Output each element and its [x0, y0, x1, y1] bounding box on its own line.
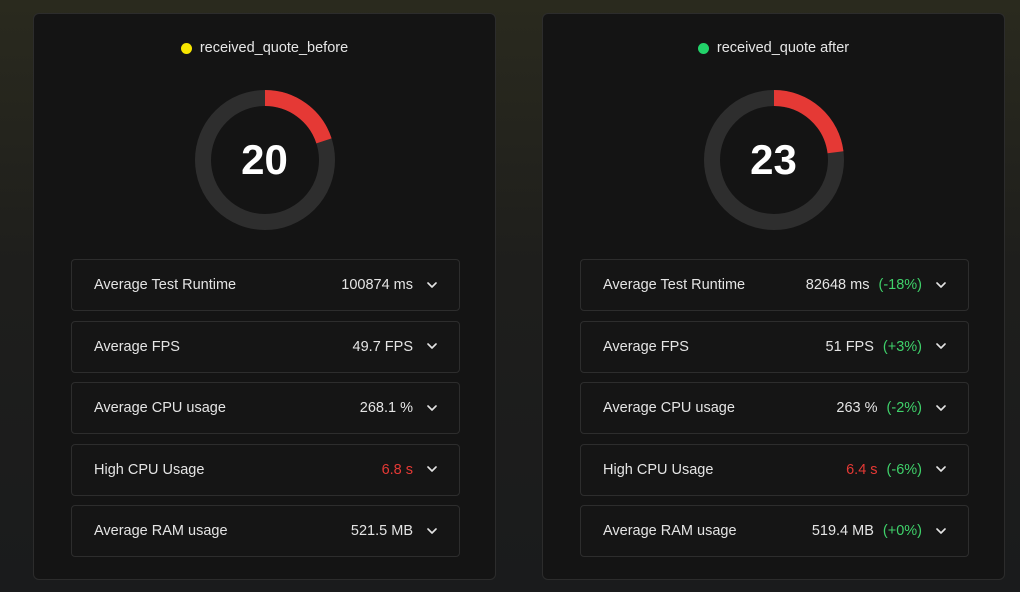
score-gauge: 20: [193, 88, 337, 232]
metric-row-average-ram-usage[interactable]: Average RAM usage 519.4 MB (+0%): [580, 505, 969, 557]
metric-label: High CPU Usage: [603, 461, 714, 478]
metric-value: 263 %: [836, 400, 878, 416]
chevron-down-icon[interactable]: [427, 403, 437, 413]
panel-header: received_quote_before: [34, 38, 495, 58]
metrics-list: Average Test Runtime 82648 ms (-18%) Ave…: [580, 259, 969, 567]
metric-row-average-test-runtime[interactable]: Average Test Runtime 100874 ms: [71, 259, 460, 311]
metric-value: 82648 ms: [805, 277, 870, 293]
score-gauge: 23: [702, 88, 846, 232]
status-dot-icon: [180, 42, 192, 54]
chevron-down-icon[interactable]: [427, 526, 437, 536]
metric-label: Average Test Runtime: [94, 277, 237, 293]
metric-value: 100874 ms: [341, 277, 413, 293]
metric-row-average-ram-usage[interactable]: Average RAM usage 521.5 MB: [71, 505, 460, 557]
chevron-down-icon[interactable]: [936, 403, 946, 413]
panel-title: received_quote after: [716, 40, 850, 56]
chevron-down-icon[interactable]: [936, 526, 946, 536]
metric-value: 268.1 %: [359, 400, 413, 416]
metric-label: Average Test Runtime: [603, 277, 746, 293]
chevron-down-icon[interactable]: [936, 280, 946, 290]
metrics-list: Average Test Runtime 100874 ms Average F…: [71, 259, 460, 567]
chevron-down-icon[interactable]: [427, 342, 437, 352]
metric-label: Average RAM usage: [603, 523, 737, 539]
metric-delta: (+0%): [882, 523, 922, 539]
metric-label: High CPU Usage: [94, 461, 205, 478]
metric-value: 521.5 MB: [350, 523, 413, 539]
metric-delta: (+3%): [882, 338, 922, 355]
chevron-down-icon[interactable]: [427, 280, 437, 290]
metric-value: 49.7 FPS: [352, 338, 413, 355]
metric-row-average-fps[interactable]: Average FPS 49.7 FPS: [71, 320, 460, 373]
metric-label: Average FPS: [94, 338, 180, 355]
status-dot-icon: [697, 42, 709, 54]
panel-header: received_quote after: [543, 38, 1004, 58]
score-value: 23: [750, 136, 797, 183]
chevron-down-icon[interactable]: [936, 342, 946, 352]
metric-delta: (-2%): [886, 400, 922, 416]
metric-row-high-cpu-usage[interactable]: High CPU Usage 6.8 s: [71, 443, 460, 496]
metric-row-average-fps[interactable]: Average FPS 51 FPS (+3%): [580, 320, 969, 373]
metric-value: 519.4 MB: [811, 523, 874, 539]
score-value: 20: [241, 136, 288, 183]
chevron-down-icon[interactable]: [936, 465, 946, 475]
metric-delta: (-6%): [886, 461, 922, 478]
metric-label: Average FPS: [603, 338, 689, 355]
metric-label: Average CPU usage: [94, 400, 226, 416]
chevron-down-icon[interactable]: [427, 465, 437, 475]
metric-row-high-cpu-usage[interactable]: High CPU Usage 6.4 s (-6%): [580, 443, 969, 496]
metric-value: 6.8 s: [381, 461, 413, 478]
comparison-panel-after: received_quote after 23 Average Test Run…: [542, 13, 1005, 580]
metric-value: 51 FPS: [825, 338, 874, 355]
metric-delta: (-18%): [878, 277, 922, 293]
panel-title: received_quote_before: [199, 40, 349, 56]
metric-row-average-test-runtime[interactable]: Average Test Runtime 82648 ms (-18%): [580, 259, 969, 311]
metric-label: Average RAM usage: [94, 523, 228, 539]
metric-value: 6.4 s: [846, 461, 878, 478]
metric-row-average-cpu-usage[interactable]: Average CPU usage 268.1 %: [71, 382, 460, 434]
comparison-panel-before: received_quote_before 20 Average Test Ru…: [33, 13, 496, 580]
metric-label: Average CPU usage: [603, 400, 735, 416]
metric-row-average-cpu-usage[interactable]: Average CPU usage 263 % (-2%): [580, 382, 969, 434]
